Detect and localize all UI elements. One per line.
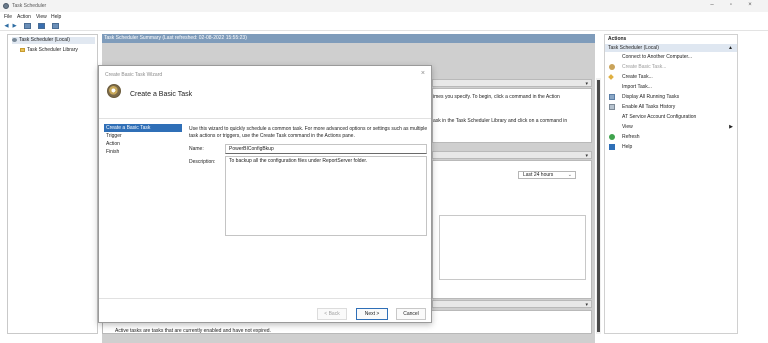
- menu-file[interactable]: File: [4, 14, 12, 20]
- wizard-intro-text: Use this wizard to quickly schedule a co…: [189, 126, 428, 139]
- tree-item-task-scheduler-library[interactable]: Task Scheduler Library: [20, 47, 78, 54]
- dialog-heading: Create a Basic Task: [130, 91, 193, 98]
- create-task-icon: [608, 74, 614, 80]
- running-tasks-icon: [609, 94, 615, 100]
- title-bar: Task Scheduler – ▫ ×: [0, 0, 768, 12]
- scrollbar-thumb[interactable]: [597, 80, 600, 332]
- step-create-basic-task[interactable]: Create a Basic Task: [104, 124, 182, 132]
- active-tasks-section-bar[interactable]: ▾: [432, 300, 592, 308]
- step-finish[interactable]: Finish: [104, 148, 184, 156]
- task-description-input[interactable]: To backup all the configuration files un…: [225, 156, 427, 236]
- task-name-input[interactable]: PowerBIConfigBkup: [225, 144, 427, 154]
- action-create-basic-task[interactable]: Create Basic Task...: [605, 62, 737, 72]
- chevron-down-icon: ▾: [585, 302, 588, 308]
- show-hide-action-pane-icon[interactable]: [52, 23, 59, 29]
- description-label: Description:: [189, 159, 216, 165]
- bottom-strip: [102, 334, 595, 343]
- window-title: Task Scheduler: [12, 3, 47, 9]
- folder-icon: [20, 47, 25, 52]
- action-display-all-running-tasks[interactable]: Display All Running Tasks: [605, 92, 737, 102]
- menu-view[interactable]: View: [36, 14, 47, 20]
- menu-action[interactable]: Action: [17, 14, 31, 20]
- create-basic-task-icon: [609, 64, 615, 70]
- menu-help[interactable]: Help: [51, 14, 61, 20]
- overview-text-1: imes you specify. To begin, click a comm…: [433, 94, 560, 100]
- back-button[interactable]: < Back: [317, 308, 347, 320]
- action-enable-all-tasks-history[interactable]: Enable All Tasks History: [605, 102, 737, 112]
- footer-divider: [99, 298, 431, 299]
- dialog-close-button[interactable]: ×: [421, 70, 425, 77]
- summary-header: Task Scheduler Summary (Last refreshed: …: [102, 34, 595, 43]
- help-book-icon[interactable]: [38, 23, 45, 29]
- wizard-steps: Create a Basic Task Trigger Action Finis…: [104, 124, 184, 156]
- actions-pane: Actions Task Scheduler (Local) ▲ Connect…: [604, 34, 738, 334]
- overview-text-2: ask in the Task Scheduler Library and cl…: [433, 118, 568, 124]
- task-status-list: [439, 215, 586, 280]
- chevron-down-icon: ▾: [585, 81, 588, 87]
- show-hide-console-tree-icon[interactable]: [24, 23, 31, 29]
- step-action[interactable]: Action: [104, 140, 184, 148]
- tree-item-task-scheduler-local[interactable]: Task Scheduler (Local): [12, 37, 95, 44]
- dialog-title: Create Basic Task Wizard: [105, 72, 163, 78]
- maximize-button[interactable]: ▫: [724, 2, 738, 8]
- close-window-button[interactable]: ×: [743, 2, 757, 8]
- next-button[interactable]: Next >: [356, 308, 388, 320]
- name-label: Name:: [189, 146, 204, 152]
- task-status-section: Last 24 hours ⌄: [432, 160, 592, 299]
- task-status-section-bar[interactable]: ▾: [432, 151, 592, 159]
- menu-bar: File Action View Help: [0, 12, 768, 21]
- toolbar: ◀ ▶: [0, 21, 768, 31]
- console-tree: Task Scheduler (Local) Task Scheduler Li…: [7, 34, 98, 334]
- action-view[interactable]: View ▶: [605, 122, 737, 132]
- step-trigger[interactable]: Trigger: [104, 132, 184, 140]
- back-arrow-icon[interactable]: ◀: [3, 23, 10, 29]
- action-create-task[interactable]: Create Task...: [605, 72, 737, 82]
- action-at-service-account-configuration[interactable]: AT Service Account Configuration: [605, 112, 737, 122]
- action-help[interactable]: Help: [605, 142, 737, 152]
- action-refresh[interactable]: Refresh: [605, 132, 737, 142]
- cancel-button[interactable]: Cancel: [396, 308, 426, 320]
- minimize-button[interactable]: –: [705, 2, 719, 8]
- history-icon: [609, 104, 615, 110]
- wizard-clock-icon: [107, 84, 121, 98]
- actions-section-task-scheduler-local[interactable]: Task Scheduler (Local) ▲: [605, 44, 737, 52]
- action-connect-to-another-computer[interactable]: Connect to Another Computer...: [605, 52, 737, 62]
- help-icon: [609, 144, 615, 150]
- create-basic-task-wizard: Create Basic Task Wizard × Create a Basi…: [98, 65, 432, 323]
- forward-arrow-icon[interactable]: ▶: [11, 23, 18, 29]
- action-import-task[interactable]: Import Task...: [605, 82, 737, 92]
- summary-scrollbar[interactable]: [596, 78, 601, 334]
- refresh-icon: [609, 134, 615, 140]
- chevron-down-icon: ⌄: [567, 172, 572, 178]
- header-divider: [99, 118, 431, 119]
- task-scheduler-app-icon: [3, 3, 9, 9]
- clock-icon: [12, 37, 17, 42]
- status-period-dropdown[interactable]: Last 24 hours ⌄: [518, 171, 576, 179]
- actions-header: Actions: [608, 36, 627, 42]
- collapse-triangle-icon: ▲: [728, 45, 733, 51]
- submenu-arrow-icon: ▶: [729, 124, 733, 130]
- chevron-down-icon: ▾: [585, 153, 588, 159]
- overview-section: imes you specify. To begin, click a comm…: [432, 88, 592, 143]
- overview-section-bar[interactable]: ▾: [432, 79, 592, 87]
